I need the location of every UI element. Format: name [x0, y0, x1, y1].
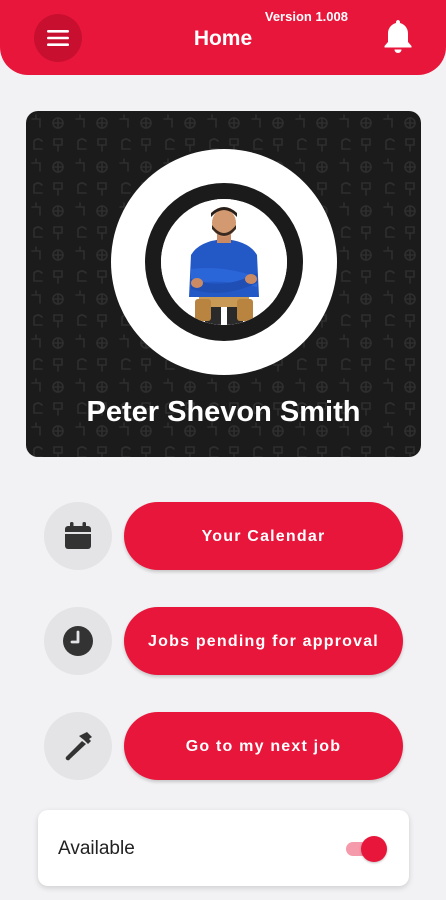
jobs-pending-label: Jobs pending for approval	[148, 632, 379, 650]
your-calendar-button[interactable]: Your Calendar	[124, 502, 403, 570]
profile-card: Peter Shevon Smith	[26, 111, 421, 457]
home-screen: Version 1.008 Home Peter Shevon Smith Yo…	[0, 0, 446, 900]
worker-photo	[161, 199, 287, 325]
next-job-label: Go to my next job	[185, 737, 342, 755]
calendar-icon-button[interactable]	[44, 502, 112, 570]
hammer-icon-button[interactable]	[44, 712, 112, 780]
clock-icon-button[interactable]	[44, 607, 112, 675]
app-header: Version 1.008 Home	[0, 0, 446, 75]
bell-icon	[384, 20, 412, 53]
calendar-icon	[65, 522, 91, 549]
next-job-button[interactable]: Go to my next job	[124, 712, 403, 780]
toggle-thumb	[361, 836, 387, 862]
your-calendar-label: Your Calendar	[201, 527, 326, 545]
profile-name: Peter Shevon Smith	[86, 396, 361, 428]
notifications-button[interactable]	[380, 16, 416, 56]
jobs-pending-button[interactable]: Jobs pending for approval	[124, 607, 403, 675]
clock-icon	[63, 626, 93, 656]
availability-toggle[interactable]	[344, 836, 387, 862]
availability-card: Available	[38, 810, 409, 886]
availability-label: Available	[58, 838, 135, 859]
hammer-icon	[65, 732, 92, 761]
avatar-ring	[111, 149, 337, 375]
avatar[interactable]	[161, 199, 287, 325]
version-label: Version 1.008	[264, 9, 348, 24]
